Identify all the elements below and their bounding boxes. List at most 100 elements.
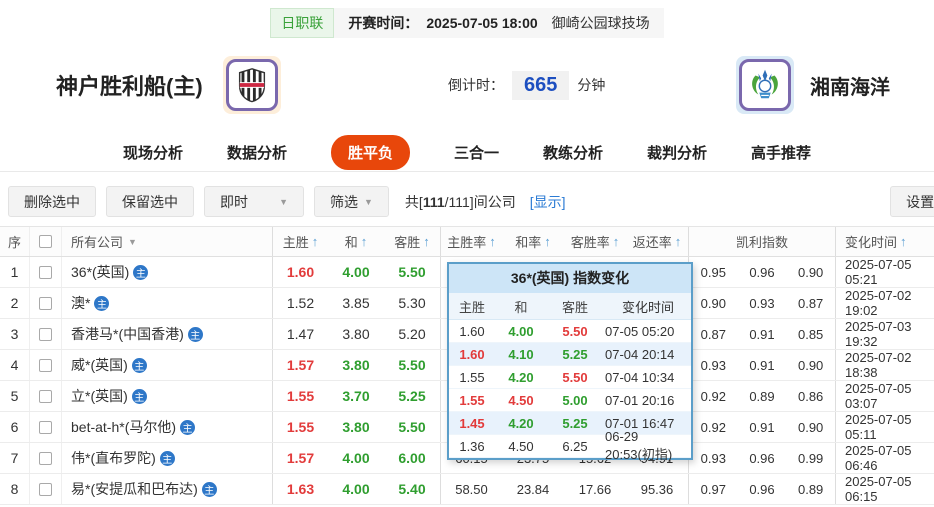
- col-header-home-odds[interactable]: 主胜 ↑: [272, 227, 328, 256]
- popup-draw-odds: 4.50: [508, 392, 534, 408]
- row-checkbox[interactable]: [39, 451, 52, 465]
- col-header-away-odds[interactable]: 客胜 ↑: [384, 232, 440, 251]
- company-cell[interactable]: 澳* 主: [62, 293, 272, 313]
- change-time-cell: 2025-07-05 05:11: [835, 412, 934, 442]
- away-odds-cell[interactable]: 5.30: [384, 295, 440, 311]
- sort-up-icon: ↑: [674, 234, 682, 249]
- match-info-inner: 日职联 开赛时间： 2025-07-05 18:00 御崎公园球技场: [270, 8, 664, 38]
- popup-draw-odds: 4.20: [508, 415, 534, 431]
- away-odds-cell[interactable]: 5.50: [384, 419, 440, 435]
- select-all-checkbox[interactable]: [39, 235, 52, 248]
- row-checkbox[interactable]: [39, 420, 52, 434]
- home-rate-cell: 58.50: [440, 474, 502, 504]
- tab-数据分析[interactable]: 数据分析: [227, 142, 287, 163]
- popup-change-time: 07-04 20:14: [605, 346, 675, 362]
- league-badge[interactable]: 日职联: [270, 8, 335, 38]
- kelly-value: 0.93: [700, 450, 726, 466]
- away-odds-cell[interactable]: 5.50: [384, 264, 440, 280]
- away-odds-cell[interactable]: 5.50: [384, 357, 440, 373]
- instant-odds-dropdown[interactable]: 即时 ▼: [204, 186, 304, 217]
- kelly-cell: 0.90 0.93 0.87: [688, 288, 835, 318]
- company-name: 立*(英国): [71, 388, 128, 404]
- away-odds-cell[interactable]: 5.25: [384, 388, 440, 404]
- home-odds-cell[interactable]: 1.57: [272, 350, 328, 380]
- host-badge: 主: [201, 481, 217, 497]
- tab-高手推荐[interactable]: 高手推荐: [751, 142, 811, 163]
- shonan-bellmare-crest-icon: [739, 59, 791, 111]
- sort-up-icon: ↑: [612, 234, 620, 249]
- company-cell[interactable]: 易*(安提瓜和巴布达) 主: [62, 479, 272, 499]
- kelly-value: 0.96: [749, 481, 775, 497]
- draw-odds-cell[interactable]: 3.80: [328, 357, 384, 373]
- filter-dropdown[interactable]: 筛选 ▼: [314, 186, 389, 217]
- draw-odds-cell[interactable]: 3.80: [328, 419, 384, 435]
- draw-odds-cell[interactable]: 3.70: [328, 388, 384, 404]
- tab-bar: 现场分析 数据分析 胜平负 三合一 教练分析 裁判分析 高手推荐: [0, 134, 934, 172]
- row-checkbox[interactable]: [39, 389, 52, 403]
- draw-odds-cell[interactable]: 4.00: [328, 450, 384, 466]
- home-odds-cell[interactable]: 1.60: [272, 257, 328, 287]
- col-header-return-rate[interactable]: 返还率 ↑: [626, 232, 688, 251]
- company-cell[interactable]: 香港马*(中国香港) 主: [62, 324, 272, 344]
- sort-up-icon: ↑: [544, 234, 551, 249]
- draw-odds-cell[interactable]: 4.00: [328, 264, 384, 280]
- col-header-company[interactable]: 所有公司 ▼: [62, 232, 272, 251]
- row-checkbox[interactable]: [39, 358, 52, 372]
- tab-三合一[interactable]: 三合一: [454, 142, 499, 163]
- company-name: 香港马*(中国香港): [71, 326, 184, 342]
- show-link[interactable]: [显示]: [530, 192, 566, 212]
- draw-odds-cell[interactable]: 4.00: [328, 481, 384, 497]
- home-odds-cell[interactable]: 1.52: [272, 288, 328, 318]
- row-index: 2: [0, 288, 30, 318]
- popup-change-time: 07-01 20:16: [605, 392, 675, 408]
- home-odds-cell[interactable]: 1.63: [272, 474, 328, 504]
- home-odds-cell[interactable]: 1.55: [272, 381, 328, 411]
- col-header-home-rate[interactable]: 主胜率 ↑: [440, 227, 502, 256]
- company-cell[interactable]: 威*(英国) 主: [62, 355, 272, 375]
- col-header-change-time[interactable]: 变化时间 ↑: [835, 227, 934, 256]
- company-cell[interactable]: 伟*(直布罗陀) 主: [62, 448, 272, 468]
- keep-selected-button[interactable]: 保留选中: [106, 186, 194, 217]
- home-odds-cell[interactable]: 1.57: [272, 443, 328, 473]
- col-header-away-rate[interactable]: 客胜率 ↑: [564, 232, 626, 251]
- tab-裁判分析[interactable]: 裁判分析: [647, 142, 707, 163]
- company-cell[interactable]: 立*(英国) 主: [62, 386, 272, 406]
- away-odds-cell[interactable]: 5.20: [384, 326, 440, 342]
- away-odds-cell[interactable]: 6.00: [384, 450, 440, 466]
- kelly-value: 0.89: [797, 481, 824, 497]
- change-time-cell: 2025-07-02 18:38: [835, 350, 934, 380]
- tab-胜平负[interactable]: 胜平负: [330, 135, 410, 170]
- match-info-bar: 日职联 开赛时间： 2025-07-05 18:00 御崎公园球技场: [0, 8, 934, 38]
- delete-selected-button[interactable]: 删除选中: [8, 186, 96, 217]
- vissel-kobe-crest-icon: [225, 59, 278, 111]
- kelly-cell: 0.92 0.91 0.90: [688, 412, 835, 442]
- col-header-draw-rate[interactable]: 和率 ↑: [502, 232, 564, 251]
- col-header-no: 序: [0, 227, 30, 256]
- col-header-draw-odds[interactable]: 和 ↑: [328, 232, 384, 251]
- home-odds-cell[interactable]: 1.55: [272, 412, 328, 442]
- settings-button[interactable]: 设置/选: [890, 186, 934, 217]
- draw-odds-cell[interactable]: 3.85: [328, 295, 384, 311]
- kickoff-time: 2025-07-05 18:00: [426, 15, 538, 31]
- row-checkbox[interactable]: [39, 296, 52, 310]
- home-odds-cell[interactable]: 1.47: [272, 319, 328, 349]
- odds-change-popup: 36*(英国) 指数变化 主胜 和 客胜 变化时间 1.60 4.00 5.50 07…: [447, 262, 693, 462]
- kickoff-label: 开赛时间：: [348, 15, 419, 31]
- company-cell[interactable]: 36*(英国) 主: [62, 262, 272, 282]
- kelly-value: 0.87: [700, 326, 726, 342]
- company-cell[interactable]: bet-at-h*(马尔他) 主: [62, 417, 272, 437]
- popup-away-odds: 5.50: [562, 323, 588, 339]
- company-name: 36*(英国): [71, 264, 130, 280]
- away-odds-cell[interactable]: 5.40: [384, 481, 440, 497]
- kelly-value: 0.87: [797, 295, 824, 311]
- host-badge: 主: [159, 450, 175, 466]
- row-checkbox[interactable]: [39, 265, 52, 279]
- row-checkbox[interactable]: [39, 482, 52, 496]
- kelly-value: 0.92: [700, 388, 726, 404]
- tab-现场分析[interactable]: 现场分析: [123, 142, 183, 163]
- row-checkbox[interactable]: [39, 327, 52, 341]
- col-header-select: [30, 227, 62, 256]
- popup-draw-odds: 4.00: [508, 323, 534, 339]
- tab-教练分析[interactable]: 教练分析: [543, 142, 603, 163]
- draw-odds-cell[interactable]: 3.80: [328, 326, 384, 342]
